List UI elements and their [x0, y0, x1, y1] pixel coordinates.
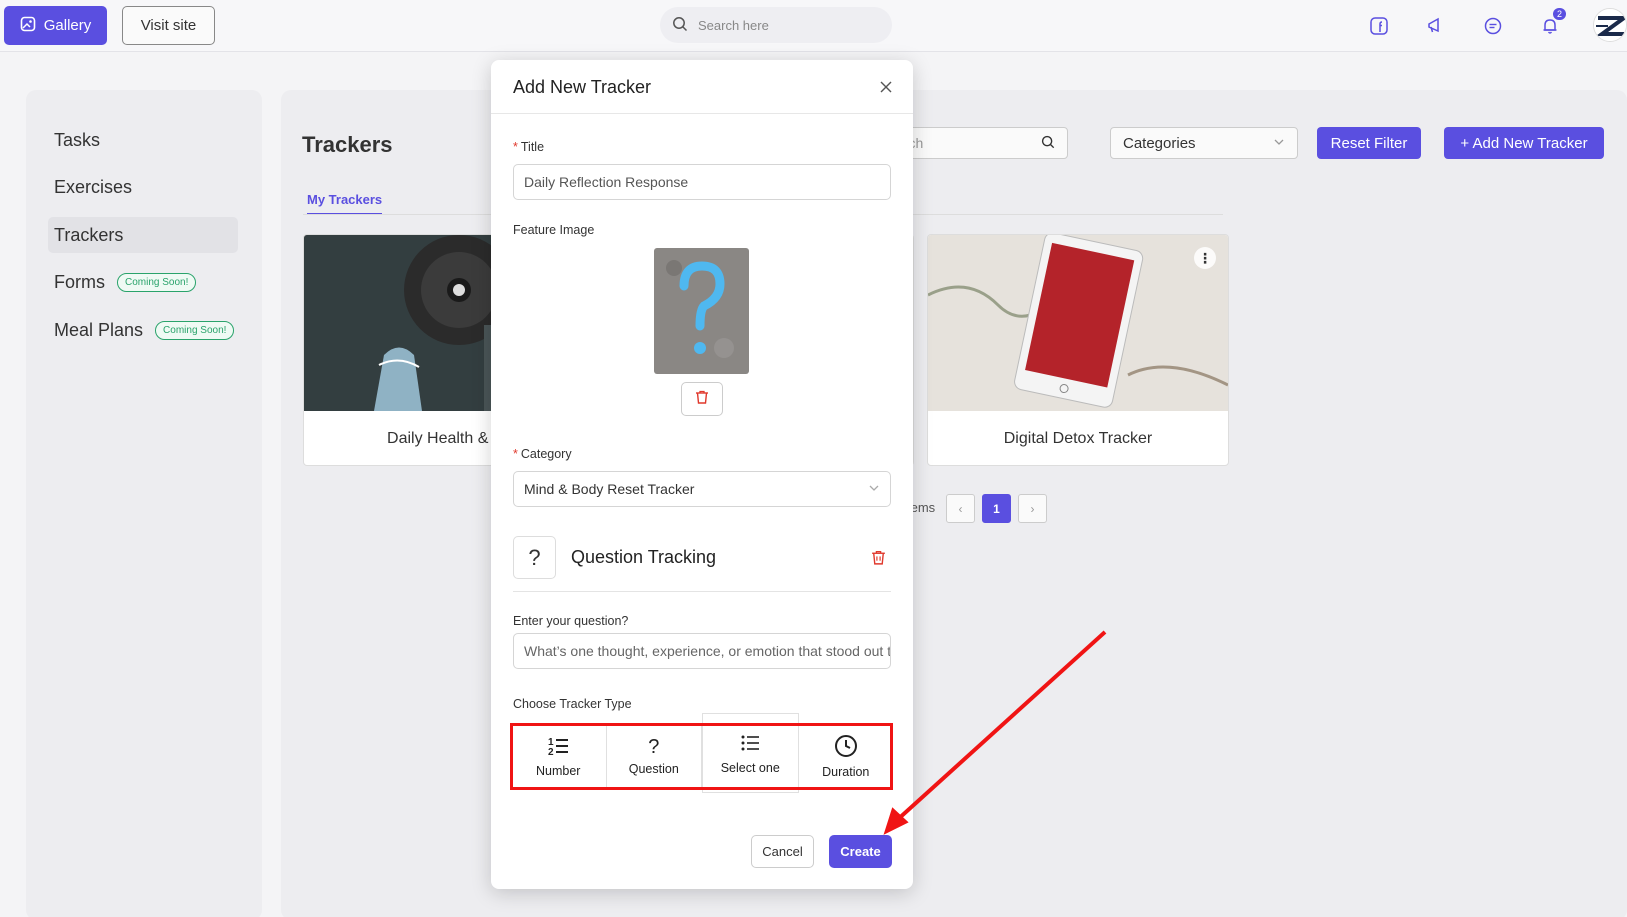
sidebar-item-label: Meal Plans — [54, 319, 144, 340]
feature-image-preview — [654, 248, 749, 374]
gallery-button[interactable]: Gallery — [4, 6, 107, 45]
search-placeholder: Search here — [698, 17, 769, 33]
search-icon — [1041, 135, 1055, 152]
feature-image-label: Feature Image — [513, 223, 595, 237]
chat-icon[interactable] — [1479, 12, 1507, 40]
title-field-label: * Title — [513, 140, 545, 154]
sidebar-item-tasks[interactable]: Tasks — [48, 122, 238, 158]
modal-header: Add New Tracker — [491, 60, 913, 114]
modal-title: Add New Tracker — [513, 77, 652, 97]
question-input[interactable]: What’s one thought, experience, or emoti… — [513, 633, 891, 669]
gallery-icon — [20, 16, 36, 36]
gallery-label: Gallery — [43, 17, 92, 34]
divider — [513, 591, 891, 592]
categories-label: Categories — [1123, 134, 1196, 152]
category-value: Mind & Body Reset Tracker — [524, 481, 695, 497]
annotation-highlight-box — [510, 723, 893, 790]
sidebar-item-exercises[interactable]: Exercises — [48, 169, 238, 205]
next-page-button[interactable]: › — [1018, 494, 1047, 523]
trash-icon[interactable] — [870, 549, 887, 571]
top-bar: Gallery Visit site Search here 2 — [0, 0, 1627, 52]
megaphone-icon[interactable] — [1421, 12, 1449, 40]
sidebar-item-forms[interactable]: Forms Coming Soon! — [48, 264, 238, 300]
bell-icon[interactable]: 2 — [1536, 8, 1566, 40]
coming-soon-badge: Coming Soon! — [117, 272, 197, 292]
sidebar-item-label: Trackers — [54, 224, 124, 245]
category-select[interactable]: Mind & Body Reset Tracker — [513, 471, 891, 507]
avatar[interactable] — [1593, 8, 1627, 42]
question-field-label: Enter your question? — [513, 614, 629, 628]
tracker-card-image: ⋮ — [928, 235, 1228, 411]
sidebar-item-trackers[interactable]: Trackers — [48, 217, 238, 253]
chevron-down-icon — [868, 481, 880, 497]
create-button[interactable]: Create — [829, 835, 892, 868]
title-input[interactable]: Daily Reflection Response — [513, 164, 891, 200]
tracker-type-label: Choose Tracker Type — [513, 697, 632, 711]
sidebar-item-meal-plans[interactable]: Meal Plans Coming Soon! — [48, 312, 238, 348]
category-field-label: * Category — [513, 447, 572, 461]
question-mark-icon: ? — [513, 536, 556, 579]
chevron-down-icon — [1273, 135, 1285, 152]
notification-badge: 2 — [1552, 8, 1566, 20]
sidebar-item-label: Forms — [54, 271, 105, 292]
question-tracking-title: Question Tracking — [571, 547, 717, 567]
sidebar: Tasks Exercises Trackers Forms Coming So… — [26, 90, 262, 917]
cancel-button[interactable]: Cancel — [751, 835, 814, 868]
reset-filter-button[interactable]: Reset Filter — [1317, 127, 1421, 159]
visit-site-button[interactable]: Visit site — [122, 6, 215, 45]
tab-my-trackers[interactable]: My Trackers — [307, 192, 383, 215]
facebook-icon[interactable] — [1365, 12, 1393, 40]
coming-soon-badge: Coming Soon! — [155, 320, 235, 340]
sidebar-item-label: Tasks — [54, 129, 101, 150]
page-button[interactable]: 1 — [982, 494, 1011, 523]
close-icon[interactable] — [875, 76, 897, 98]
sidebar-item-label: Exercises — [54, 176, 133, 197]
tracker-card-title: Digital Detox Tracker — [1003, 430, 1153, 447]
page-title: Trackers — [302, 132, 393, 157]
add-new-tracker-button[interactable]: + Add New Tracker — [1444, 127, 1604, 159]
trash-icon — [694, 389, 710, 410]
global-search-input[interactable]: Search here — [660, 7, 892, 43]
main-content: Trackers My Trackers arch Categories Res… — [281, 90, 1627, 917]
more-options-icon[interactable]: ⋮ — [1194, 247, 1216, 269]
delete-image-button[interactable] — [681, 382, 723, 416]
prev-page-button[interactable]: ‹ — [946, 494, 975, 523]
categories-select[interactable]: Categories — [1110, 127, 1298, 159]
search-icon — [672, 16, 688, 35]
tracker-card[interactable]: ⋮ Digital Detox Tracker — [927, 234, 1229, 466]
